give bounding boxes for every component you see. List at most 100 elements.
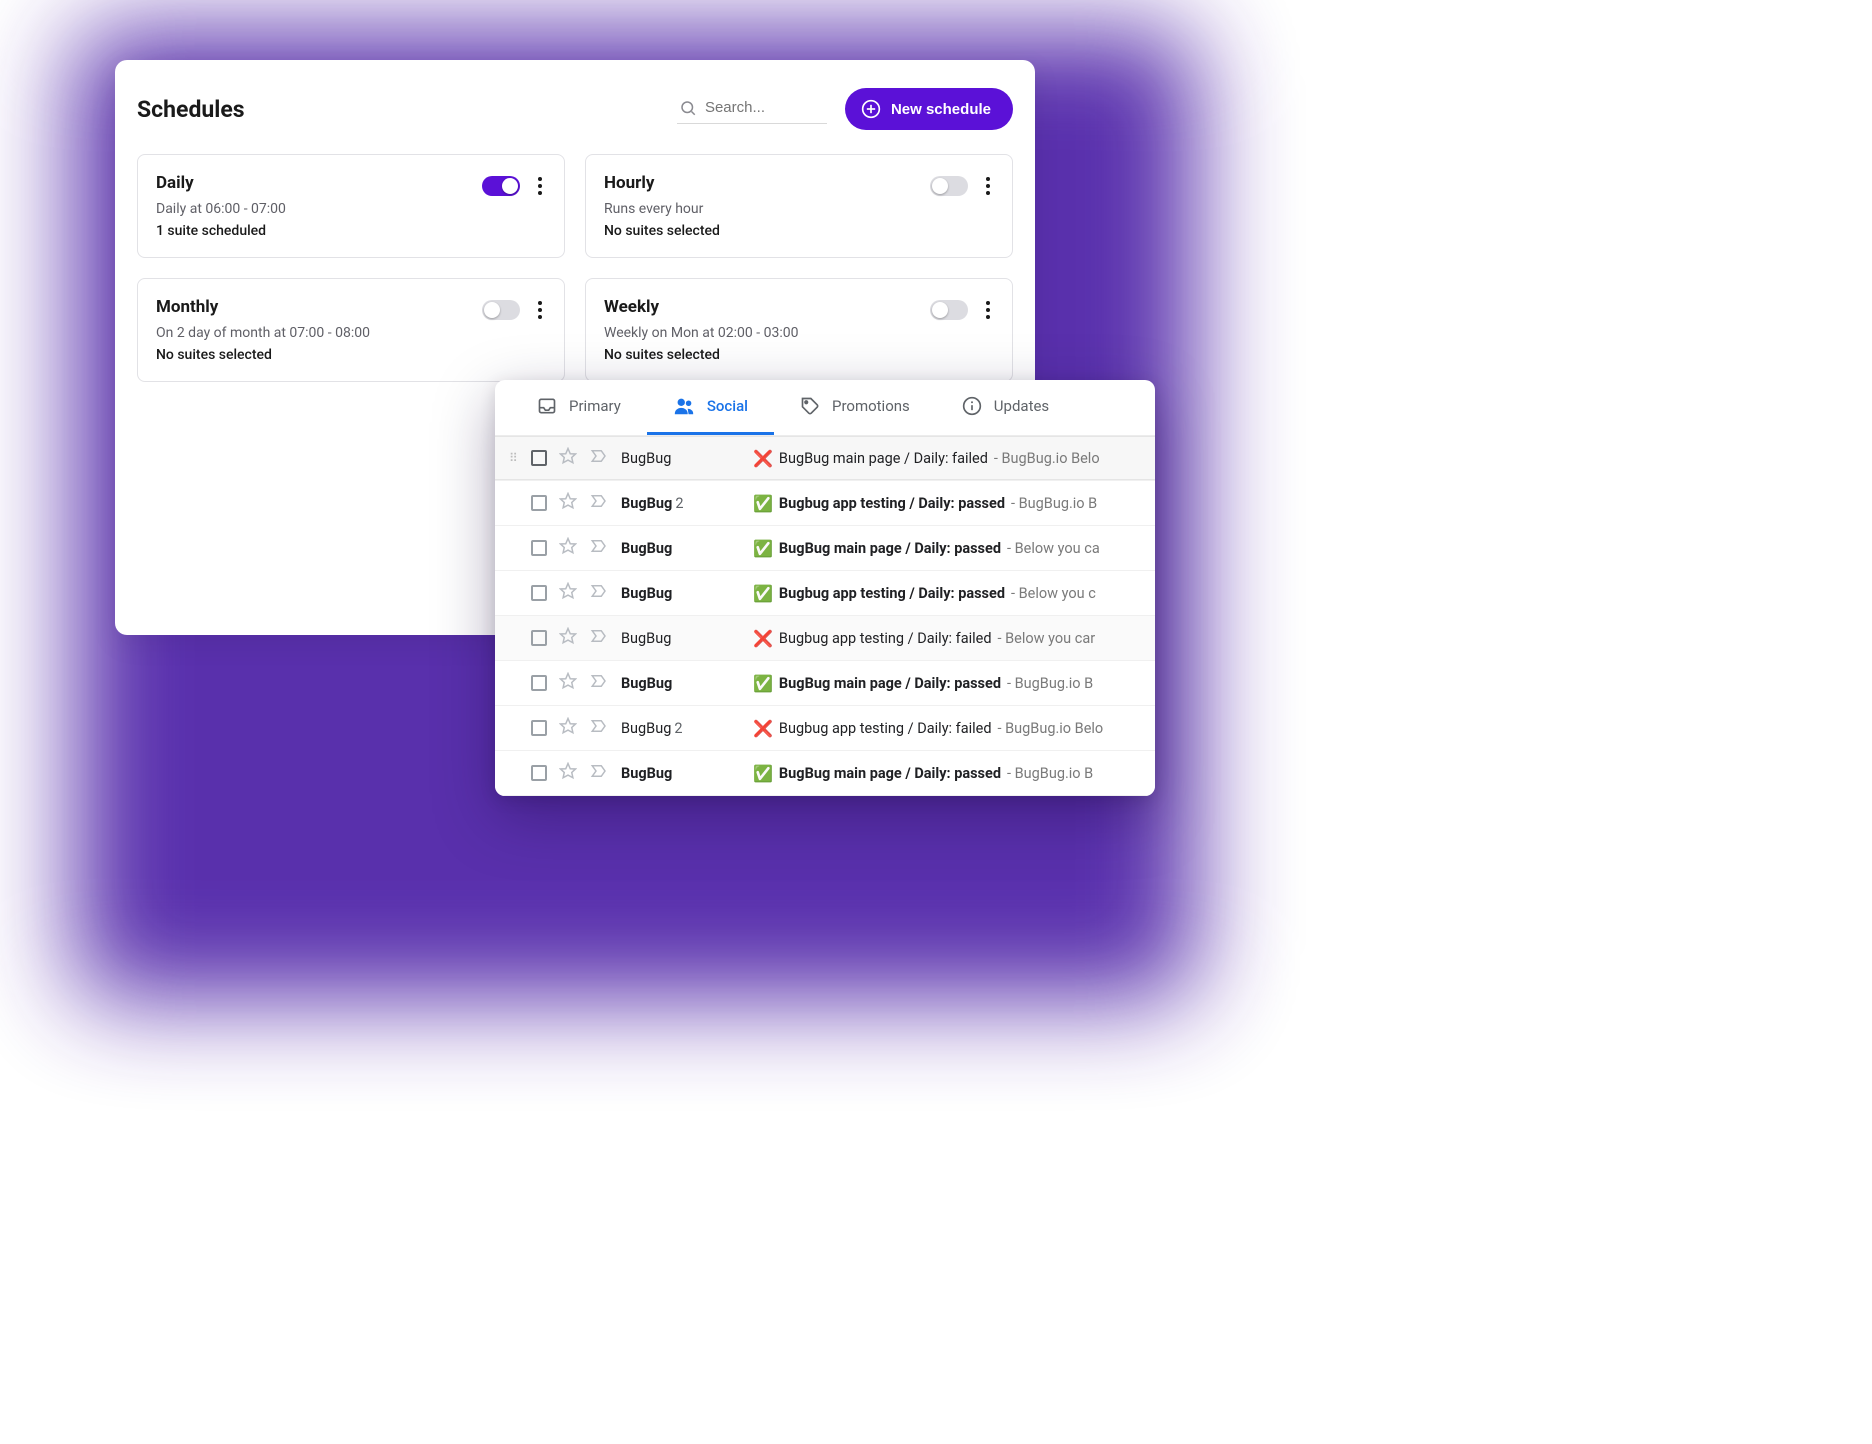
mail-checkbox[interactable] bbox=[531, 450, 547, 466]
schedule-toggle[interactable] bbox=[930, 176, 968, 196]
star-icon[interactable] bbox=[559, 672, 577, 694]
mail-subject: ✅ BugBug main page / Daily: passed - Bel… bbox=[753, 539, 1141, 558]
search-input[interactable] bbox=[705, 99, 825, 116]
importance-icon[interactable] bbox=[589, 762, 609, 784]
tab-label: Primary bbox=[569, 397, 621, 415]
importance-icon[interactable] bbox=[589, 717, 609, 739]
schedules-header: Schedules New schedule bbox=[137, 88, 1013, 130]
kebab-menu-icon[interactable] bbox=[982, 173, 994, 199]
mail-row[interactable]: ⠿ BugBug ✅ BugBug main page / Daily: pas… bbox=[495, 526, 1155, 571]
mail-sender: BugBug bbox=[621, 540, 741, 557]
tab-updates[interactable]: Updates bbox=[936, 380, 1075, 435]
mail-sender: BugBug bbox=[621, 630, 741, 647]
star-icon[interactable] bbox=[559, 537, 577, 559]
schedule-card-title: Daily bbox=[156, 173, 286, 193]
schedule-card-subtitle: Weekly on Mon at 02:00 - 03:00 bbox=[604, 325, 798, 341]
mail-subject: ✅ Bugbug app testing / Daily: passed - B… bbox=[753, 584, 1141, 603]
star-icon[interactable] bbox=[559, 717, 577, 739]
inbox-tabs: Primary Social Promotions Updates bbox=[495, 380, 1155, 436]
schedule-card-status: No suites selected bbox=[156, 347, 370, 363]
mail-sender: BugBug bbox=[621, 675, 741, 692]
mail-sender: BugBug2 bbox=[621, 495, 741, 512]
inbox-rows: ⠿ BugBug ❌ BugBug main page / Daily: fai… bbox=[495, 436, 1155, 796]
importance-icon[interactable] bbox=[589, 492, 609, 514]
mail-subject: ❌ Bugbug app testing / Daily: failed - B… bbox=[753, 719, 1141, 738]
mail-checkbox[interactable] bbox=[531, 495, 547, 511]
inbox-icon bbox=[537, 396, 557, 416]
cross-icon: ❌ bbox=[753, 449, 773, 468]
mail-subject: ✅ Bugbug app testing / Daily: passed - B… bbox=[753, 494, 1141, 513]
mail-checkbox[interactable] bbox=[531, 765, 547, 781]
schedule-card[interactable]: Monthly On 2 day of month at 07:00 - 08:… bbox=[137, 278, 565, 382]
star-icon[interactable] bbox=[559, 492, 577, 514]
importance-icon[interactable] bbox=[589, 537, 609, 559]
schedule-toggle[interactable] bbox=[482, 176, 520, 196]
mail-sender: BugBug bbox=[621, 585, 741, 602]
tab-social[interactable]: Social bbox=[647, 380, 774, 435]
kebab-menu-icon[interactable] bbox=[534, 297, 546, 323]
mail-sender: BugBug bbox=[621, 765, 741, 782]
schedule-card-subtitle: Daily at 06:00 - 07:00 bbox=[156, 201, 286, 217]
mail-subject: ❌ BugBug main page / Daily: failed - Bug… bbox=[753, 449, 1141, 468]
mail-row[interactable]: ⠿ BugBug ✅ Bugbug app testing / Daily: p… bbox=[495, 571, 1155, 616]
mail-checkbox[interactable] bbox=[531, 540, 547, 556]
star-icon[interactable] bbox=[559, 582, 577, 604]
check-icon: ✅ bbox=[753, 584, 773, 603]
schedule-card[interactable]: Daily Daily at 06:00 - 07:00 1 suite sch… bbox=[137, 154, 565, 258]
page-title: Schedules bbox=[137, 96, 245, 123]
cross-icon: ❌ bbox=[753, 719, 773, 738]
star-icon[interactable] bbox=[559, 447, 577, 469]
mail-sender: BugBug2 bbox=[621, 720, 741, 737]
mail-subject: ✅ BugBug main page / Daily: passed - Bug… bbox=[753, 764, 1141, 783]
schedule-card[interactable]: Hourly Runs every hour No suites selecte… bbox=[585, 154, 1013, 258]
star-icon[interactable] bbox=[559, 627, 577, 649]
kebab-menu-icon[interactable] bbox=[534, 173, 546, 199]
schedule-card-subtitle: On 2 day of month at 07:00 - 08:00 bbox=[156, 325, 370, 341]
importance-icon[interactable] bbox=[589, 627, 609, 649]
search-icon bbox=[679, 99, 697, 117]
schedule-toggle[interactable] bbox=[482, 300, 520, 320]
mail-row[interactable]: ⠿ BugBug ❌ BugBug main page / Daily: fai… bbox=[495, 436, 1155, 481]
tab-label: Social bbox=[707, 397, 748, 415]
mail-row[interactable]: ⠿ BugBug2 ✅ Bugbug app testing / Daily: … bbox=[495, 481, 1155, 526]
check-icon: ✅ bbox=[753, 539, 773, 558]
people-icon bbox=[673, 395, 695, 417]
cross-icon: ❌ bbox=[753, 629, 773, 648]
mail-checkbox[interactable] bbox=[531, 720, 547, 736]
check-icon: ✅ bbox=[753, 674, 773, 693]
mail-row[interactable]: ⠿ BugBug ❌ Bugbug app testing / Daily: f… bbox=[495, 616, 1155, 661]
tag-icon bbox=[800, 396, 820, 416]
mail-checkbox[interactable] bbox=[531, 675, 547, 691]
schedule-toggle[interactable] bbox=[930, 300, 968, 320]
inbox-panel: Primary Social Promotions Updates ⠿ BugB… bbox=[495, 380, 1155, 796]
mail-checkbox[interactable] bbox=[531, 630, 547, 646]
schedule-card-title: Monthly bbox=[156, 297, 370, 317]
star-icon[interactable] bbox=[559, 762, 577, 784]
tab-label: Updates bbox=[994, 397, 1049, 415]
importance-icon[interactable] bbox=[589, 582, 609, 604]
new-schedule-button[interactable]: New schedule bbox=[845, 88, 1013, 130]
drag-handle-icon[interactable]: ⠿ bbox=[509, 451, 519, 465]
mail-subject: ❌ Bugbug app testing / Daily: failed - B… bbox=[753, 629, 1141, 648]
mail-row[interactable]: ⠿ BugBug ✅ BugBug main page / Daily: pas… bbox=[495, 661, 1155, 706]
mail-row[interactable]: ⠿ BugBug ✅ BugBug main page / Daily: pas… bbox=[495, 751, 1155, 796]
schedule-card[interactable]: Weekly Weekly on Mon at 02:00 - 03:00 No… bbox=[585, 278, 1013, 382]
search-box[interactable] bbox=[677, 95, 827, 124]
schedule-card-status: No suites selected bbox=[604, 347, 798, 363]
kebab-menu-icon[interactable] bbox=[982, 297, 994, 323]
tab-promotions[interactable]: Promotions bbox=[774, 380, 936, 435]
tab-primary[interactable]: Primary bbox=[511, 380, 647, 435]
mail-sender: BugBug bbox=[621, 450, 741, 467]
schedule-card-subtitle: Runs every hour bbox=[604, 201, 720, 217]
importance-icon[interactable] bbox=[589, 672, 609, 694]
importance-icon[interactable] bbox=[589, 447, 609, 469]
schedule-card-status: 1 suite scheduled bbox=[156, 223, 286, 239]
plus-circle-icon bbox=[861, 99, 881, 119]
mail-row[interactable]: ⠿ BugBug2 ❌ Bugbug app testing / Daily: … bbox=[495, 706, 1155, 751]
check-icon: ✅ bbox=[753, 764, 773, 783]
mail-subject: ✅ BugBug main page / Daily: passed - Bug… bbox=[753, 674, 1141, 693]
info-icon bbox=[962, 396, 982, 416]
new-schedule-label: New schedule bbox=[891, 101, 991, 118]
schedule-card-status: No suites selected bbox=[604, 223, 720, 239]
mail-checkbox[interactable] bbox=[531, 585, 547, 601]
